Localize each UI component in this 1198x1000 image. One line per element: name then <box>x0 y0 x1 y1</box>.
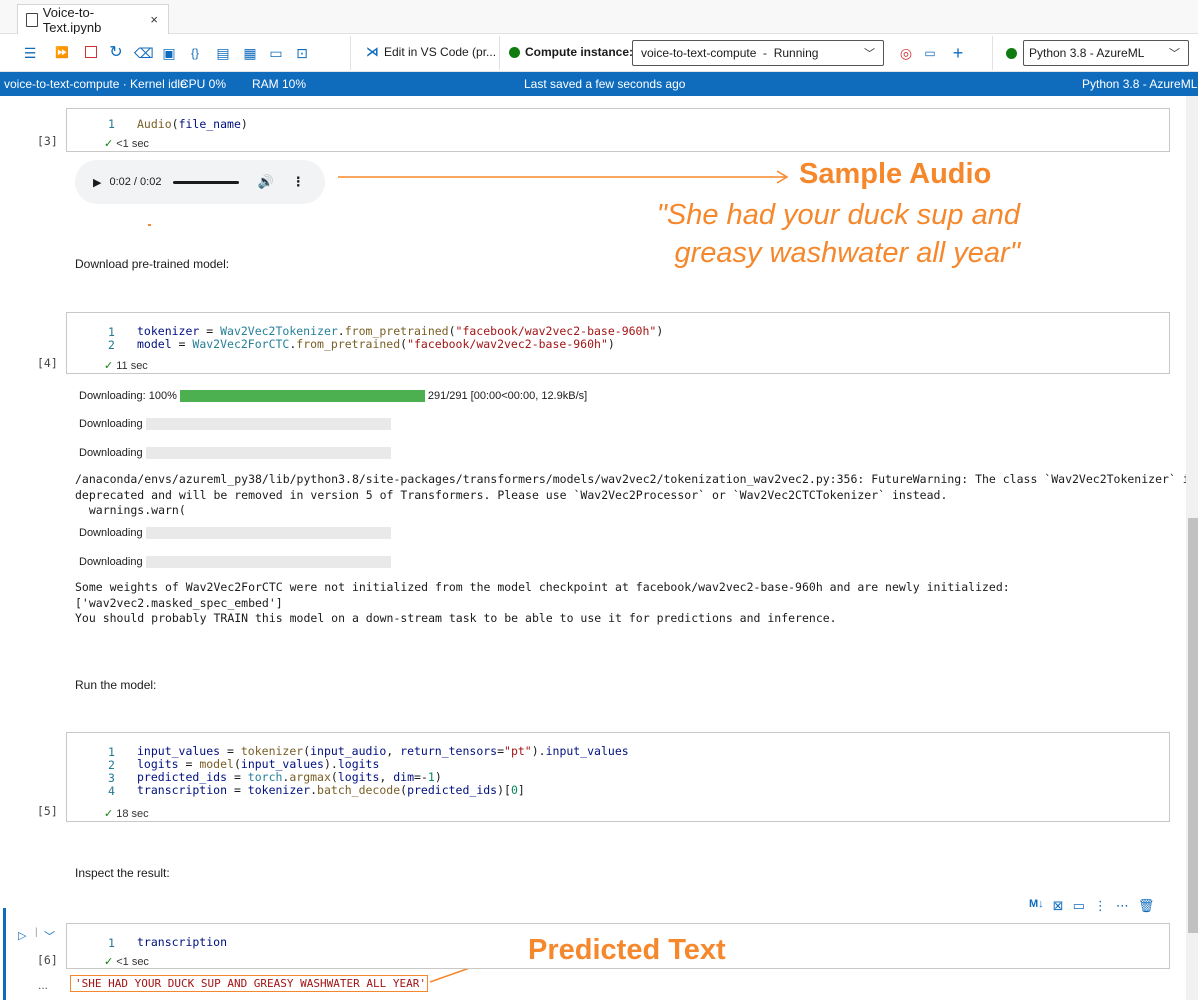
run-cell-icon[interactable]: ▷ <box>18 929 26 942</box>
line-number: 1 <box>108 325 115 339</box>
download-label: Downloading <box>79 556 143 568</box>
sample-audio-quote: "She had your duck sup and greasy washwa… <box>560 196 1020 272</box>
warning-line: warnings.warn( <box>75 503 186 517</box>
code-line[interactable]: transcription = tokenizer.batch_decode(p… <box>137 783 525 797</box>
code-line[interactable]: input_values = tokenizer(input_audio, re… <box>137 744 629 758</box>
line-number: 4 <box>108 784 115 798</box>
check-icon: ✓ <box>104 360 114 372</box>
progress-bar <box>145 556 391 568</box>
progress-bar <box>145 447 391 459</box>
line-number: 2 <box>108 338 115 352</box>
weights-line: You should probably TRAIN this model on … <box>75 611 837 625</box>
sample-audio-label: Sample Audio <box>799 158 992 190</box>
code-line[interactable]: model = Wav2Vec2ForCTC.from_pretrained("… <box>137 337 615 351</box>
split-cell-icon[interactable]: ⋮ <box>1094 898 1107 914</box>
markdown-run: Run the model: <box>75 678 157 692</box>
weights-line: Some weights of Wav2Vec2ForCTC were not … <box>75 580 1010 594</box>
active-cell-indicator <box>3 908 6 1000</box>
check-icon: ✓ <box>104 956 114 968</box>
download-label: Downloading <box>79 418 143 430</box>
delete-icon[interactable]: 🗑 <box>1138 898 1155 914</box>
check-icon: ✓ <box>104 808 114 820</box>
cell-prompt: [4] <box>37 356 58 370</box>
code-line[interactable]: predicted_ids = torch.argmax(logits, dim… <box>137 770 442 784</box>
download-label: Downloading <box>79 447 143 459</box>
download-label: Downloading: 100% <box>79 390 177 402</box>
clear-cell-icon[interactable]: ⊠ <box>1053 898 1064 914</box>
download-progress-row: Downloading: 100% 291/291 [00:00<00:00, … <box>79 390 587 402</box>
line-number: 1 <box>108 936 115 950</box>
quote-line-2: greasy washwater all year" <box>674 237 1020 269</box>
output-more-icon[interactable]: ... <box>38 978 48 992</box>
quote-line-1: "She had your duck sup and <box>656 199 1020 231</box>
download-stats: 291/291 [00:00<00:00, 12.9kB/s] <box>427 390 588 402</box>
markdown-download: Download pre-trained model: <box>75 257 230 271</box>
line-number: 2 <box>108 758 115 772</box>
warning-line: /anaconda/envs/azureml_py38/lib/python3.… <box>75 472 1197 486</box>
code-line[interactable]: transcription <box>137 935 227 949</box>
chevron-down-icon[interactable]: ﹀ <box>44 928 55 944</box>
transcription-output: 'SHE HAD YOUR DUCK SUP AND GREASY WASHWA… <box>75 977 426 990</box>
download-progress-row: Downloading <box>79 418 391 430</box>
progress-bar <box>145 527 391 539</box>
cell-prompt: [5] <box>37 804 58 818</box>
markdown-icon[interactable]: M↓ <box>1029 898 1044 914</box>
download-label: Downloading <box>79 527 143 539</box>
divider-icon: | <box>35 927 38 938</box>
exec-time: ✓ <1 sec <box>104 956 149 968</box>
progress-bar <box>145 418 391 430</box>
line-number: 1 <box>108 745 115 759</box>
warning-line: deprecated and will be removed in versio… <box>75 488 948 502</box>
weights-line: ['wav2vec2.masked_spec_embed'] <box>75 596 283 610</box>
scrollbar-thumb[interactable] <box>1188 518 1198 933</box>
download-progress-row: Downloading <box>79 556 391 568</box>
code-line[interactable]: logits = model(input_values).logits <box>137 757 379 771</box>
cell-toolbar: M↓ ⊠ ▭ ⋮ ⋯ 🗑 <box>1029 898 1154 914</box>
cell-prompt: [6] <box>37 953 58 967</box>
download-progress-row: Downloading <box>79 447 391 459</box>
exec-time: ✓ 18 sec <box>104 808 149 820</box>
progress-bar-full <box>179 390 425 402</box>
download-progress-row: Downloading <box>79 527 391 539</box>
more-actions-icon[interactable]: ⋯ <box>1116 898 1129 914</box>
line-number: 3 <box>108 771 115 785</box>
predicted-text-label: Predicted Text <box>528 934 726 966</box>
exec-time: ✓ 11 sec <box>104 360 148 372</box>
code-line[interactable]: tokenizer = Wav2Vec2Tokenizer.from_pretr… <box>137 324 663 338</box>
markdown-inspect: Inspect the result: <box>75 866 170 880</box>
comment-cell-icon[interactable]: ▭ <box>1073 898 1085 914</box>
